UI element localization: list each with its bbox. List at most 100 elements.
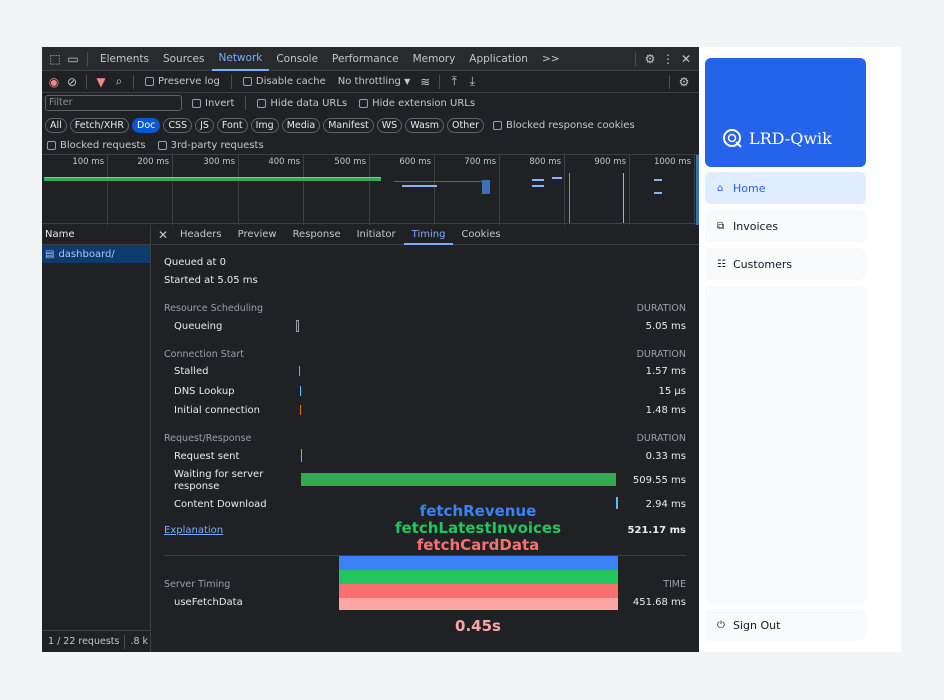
- sign-out-button[interactable]: ⏻ Sign Out: [705, 609, 866, 641]
- timeline-gridline: [629, 155, 630, 225]
- queueing-bar: [296, 320, 299, 332]
- tab-initiator[interactable]: Initiator: [349, 225, 404, 245]
- type-filter-js[interactable]: JS: [195, 117, 214, 133]
- close-detail-icon[interactable]: ✕: [154, 228, 172, 242]
- initial-connection-value: 1.48 ms: [645, 405, 686, 416]
- tab-console[interactable]: Console: [269, 47, 325, 71]
- type-filter-doc[interactable]: Doc: [132, 117, 161, 133]
- request-list: Name ▤ dashboard/ 1 / 22 requests .8 k: [42, 225, 151, 652]
- nav-item-customers[interactable]: ☷ Customers: [705, 248, 866, 280]
- request-sent-label: Request sent: [174, 451, 240, 462]
- hide-extension-urls-checkbox[interactable]: Hide extension URLs: [359, 98, 475, 109]
- timeline-marker: [623, 173, 624, 223]
- nav-item-invoices[interactable]: ⧉ Invoices: [705, 210, 866, 242]
- device-toolbar-icon[interactable]: ▭: [64, 52, 82, 66]
- tab-performance[interactable]: Performance: [325, 47, 406, 71]
- timeline-request-bar: [532, 179, 544, 181]
- timeline-request-bar: [532, 185, 544, 187]
- import-har-icon[interactable]: ⤒: [445, 74, 463, 89]
- explanation-link[interactable]: Explanation: [164, 525, 223, 536]
- tab-cookies[interactable]: Cookies: [453, 225, 508, 245]
- fetch-latest-invoices-bar: [339, 570, 618, 584]
- initial-connection-label: Initial connection: [174, 405, 260, 416]
- dns-lookup-value: 15 µs: [658, 386, 686, 397]
- throttling-select[interactable]: No throttling ▼: [338, 76, 410, 87]
- close-icon[interactable]: ✕: [677, 52, 695, 66]
- annotation-fetch-card-data: fetchCardData: [416, 536, 540, 554]
- content-download-value: 2.94 ms: [645, 499, 686, 510]
- timeline-tick-label: 700 ms: [464, 157, 496, 167]
- nav-item-home[interactable]: ⌂ Home: [705, 172, 866, 204]
- type-filter-other[interactable]: Other: [447, 117, 485, 133]
- timeline-request-bar: [394, 181, 484, 182]
- network-conditions-icon[interactable]: ≋: [416, 75, 434, 89]
- timeline-tick-label: 100 ms: [72, 157, 104, 167]
- tab-timing[interactable]: Timing: [403, 225, 454, 245]
- tab-response[interactable]: Response: [285, 225, 349, 245]
- type-filter-ws[interactable]: WS: [376, 117, 403, 133]
- fetch-card-data-bar: [339, 584, 618, 598]
- waiting-bar: [301, 473, 616, 486]
- type-filter-css[interactable]: CSS: [163, 117, 193, 133]
- use-fetch-data-label: useFetchData: [174, 597, 243, 608]
- type-filter-manifest[interactable]: Manifest: [323, 117, 374, 133]
- brand-logo-card[interactable]: LRD-Qwik: [705, 58, 866, 167]
- fetch-revenue-bar: [339, 556, 618, 570]
- blocked-response-cookies-checkbox[interactable]: Blocked response cookies: [493, 120, 635, 131]
- waiting-label: Waiting for server response: [174, 469, 264, 492]
- tab-sources[interactable]: Sources: [156, 47, 212, 71]
- filter-input[interactable]: Filter: [45, 95, 182, 111]
- tab-network[interactable]: Network: [211, 47, 270, 71]
- tab-elements[interactable]: Elements: [93, 47, 156, 71]
- network-overview-timeline[interactable]: 100 ms 200 ms 300 ms 400 ms 500 ms 600 m…: [42, 154, 699, 225]
- started-at-text: Started at 5.05 ms: [164, 275, 258, 286]
- network-toolbar: ◉ ⊘ ▼ ⌕ Preserve log Disable cache No th…: [42, 71, 699, 93]
- blocked-row: Blocked requests 3rd-party requests: [42, 136, 699, 154]
- initial-connection-bar: [300, 405, 301, 415]
- tab-application[interactable]: Application: [462, 47, 535, 71]
- timeline-tick-label: 900 ms: [594, 157, 626, 167]
- disable-cache-checkbox[interactable]: Disable cache: [242, 76, 326, 87]
- filter-row: Filter Invert Hide data URLs Hide extens…: [42, 93, 699, 113]
- invert-checkbox[interactable]: Invert: [192, 98, 234, 109]
- inspect-element-icon[interactable]: ⬚: [46, 52, 64, 66]
- timeline-gridline: [694, 155, 695, 225]
- request-response-header: Request/Response DURATION: [164, 433, 686, 444]
- preserve-log-checkbox[interactable]: Preserve log: [145, 76, 220, 87]
- export-har-icon[interactable]: ⤓: [463, 74, 481, 89]
- network-settings-icon[interactable]: ⚙: [675, 75, 693, 89]
- request-row[interactable]: ▤ dashboard/: [42, 245, 150, 263]
- app-sidebar: LRD-Qwik ⌂ Home ⧉ Invoices ☷ Customers ⏻…: [699, 47, 901, 652]
- type-filter-media[interactable]: Media: [281, 117, 321, 133]
- blocked-requests-checkbox[interactable]: Blocked requests: [47, 140, 146, 151]
- stalled-bar: [299, 366, 300, 376]
- type-filter-fetch-xhr[interactable]: Fetch/XHR: [69, 117, 129, 133]
- type-filter-font[interactable]: Font: [216, 117, 248, 133]
- third-party-requests-checkbox[interactable]: 3rd-party requests: [157, 140, 264, 151]
- type-filter-wasm[interactable]: Wasm: [405, 117, 445, 133]
- timeline-tick-label: 1000 ms: [653, 157, 691, 167]
- tab-preview[interactable]: Preview: [230, 225, 285, 245]
- settings-gear-icon[interactable]: ⚙: [641, 52, 659, 66]
- timeline-tick-label: 600 ms: [399, 157, 431, 167]
- type-filter-img[interactable]: Img: [250, 117, 279, 133]
- tab-memory[interactable]: Memory: [406, 47, 463, 71]
- more-tabs-button[interactable]: >>: [535, 47, 567, 71]
- hide-data-urls-checkbox[interactable]: Hide data URLs: [257, 98, 347, 109]
- more-options-icon[interactable]: ⋮: [659, 52, 677, 66]
- type-filter-all[interactable]: All: [45, 117, 67, 133]
- annotation-duration: 0.45s: [455, 617, 501, 635]
- request-count-footer: 1 / 22 requests .8 k: [42, 630, 151, 652]
- timeline-request-bar: [654, 179, 662, 181]
- search-icon[interactable]: ⌕: [110, 74, 128, 89]
- queueing-label: Queueing: [174, 321, 223, 332]
- power-icon: ⏻: [717, 619, 725, 631]
- timeline-gridline: [107, 155, 108, 225]
- brand-logo: LRD-Qwik: [721, 127, 832, 149]
- tab-headers[interactable]: Headers: [172, 225, 230, 245]
- clear-icon[interactable]: ⊘: [63, 75, 81, 89]
- name-column-header[interactable]: Name: [42, 225, 150, 245]
- use-fetch-data-bar: [339, 598, 618, 610]
- filter-icon[interactable]: ▼: [92, 75, 110, 89]
- record-icon[interactable]: ◉: [45, 75, 63, 89]
